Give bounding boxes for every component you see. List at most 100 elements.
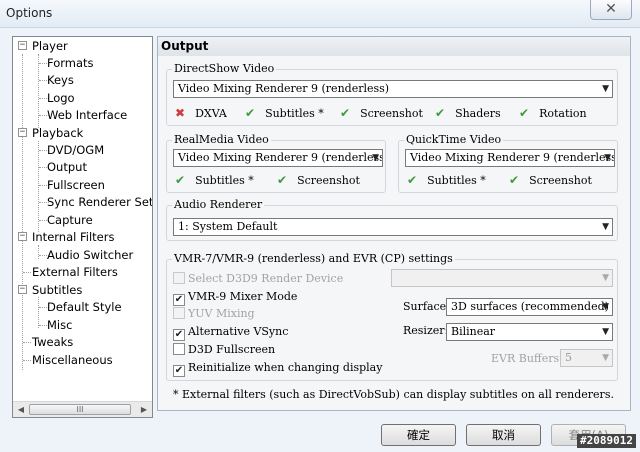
footnote: * External filters (such as DirectVobSub… xyxy=(173,388,614,401)
dropdown-arrow-icon: ▼ xyxy=(602,222,609,232)
tree-item-keys[interactable]: Keys xyxy=(47,72,74,88)
tree-item-external-filters[interactable]: External Filters xyxy=(32,264,118,280)
surface-label: Surface: xyxy=(403,300,450,313)
evr-buffers-select[interactable]: 5 ▼ xyxy=(560,349,613,367)
select-d3d9-device-checkbox[interactable]: Select D3D9 Render Device xyxy=(173,271,343,287)
checkbox-label: D3D Fullscreen xyxy=(188,343,276,356)
feature-label: Screenshot xyxy=(360,107,423,120)
feature-screenshot: ✔ Screenshot xyxy=(277,172,360,188)
realmedia-renderer-value: Video Mixing Renderer 9 (renderless) xyxy=(178,151,383,164)
feature-subtitles: ✔ Subtitles * xyxy=(245,105,324,121)
tree-item-playback[interactable]: − Playback xyxy=(13,125,152,141)
tree-item-sync-renderer[interactable]: Sync Renderer Setti xyxy=(47,194,152,210)
check-icon: ✔ xyxy=(340,106,351,120)
close-button[interactable]: ✕ xyxy=(590,0,632,20)
feature-rotation: ✔ Rotation xyxy=(519,105,587,121)
checkbox-box xyxy=(173,307,185,319)
tree-item-default-style[interactable]: Default Style xyxy=(47,299,122,315)
dropdown-arrow-icon: ▼ xyxy=(602,327,609,337)
realmedia-label: RealMedia Video xyxy=(172,133,271,147)
check-icon: ✔ xyxy=(277,173,288,187)
checkbox-box: ✔ xyxy=(173,365,185,377)
realmedia-renderer-select[interactable]: Video Mixing Renderer 9 (renderless) ▼ xyxy=(173,149,383,167)
tree-line xyxy=(22,54,23,370)
collapse-icon[interactable]: − xyxy=(18,128,27,137)
realmedia-group: RealMedia Video Video Mixing Renderer 9 … xyxy=(166,133,386,193)
tree-line xyxy=(23,360,31,361)
collapse-icon[interactable]: − xyxy=(18,232,27,241)
evr-buffers-value: 5 xyxy=(565,351,572,364)
scroll-thumb[interactable]: III xyxy=(29,404,131,415)
tree-line xyxy=(38,245,39,259)
dropdown-arrow-icon: ▼ xyxy=(372,153,379,163)
audio-renderer-group: Audio Renderer 1: System Default ▼ xyxy=(166,198,618,241)
feature-screenshot: ✔ Screenshot xyxy=(509,172,592,188)
tree-item-logo[interactable]: Logo xyxy=(47,90,75,106)
checkbox-label: YUV Mixing xyxy=(188,307,255,320)
quicktime-renderer-value: Video Mixing Renderer 9 (renderless) xyxy=(410,151,615,164)
feature-label: Shaders xyxy=(455,107,501,120)
check-icon: ✔ xyxy=(245,106,256,120)
tree-item-web-interface[interactable]: Web Interface xyxy=(47,107,127,123)
tree-content: − Player Formats Keys Logo Web Interface… xyxy=(13,37,152,401)
resizer-label: Resizer: xyxy=(403,324,449,337)
resizer-select[interactable]: Bilinear ▼ xyxy=(446,323,613,341)
quicktime-group: QuickTime Video Video Mixing Renderer 9 … xyxy=(398,133,618,193)
feature-label: Rotation xyxy=(539,107,587,120)
tree-item-output[interactable]: Output xyxy=(47,159,87,175)
tree-item-misc[interactable]: Misc xyxy=(47,317,72,333)
check-icon: ✔ xyxy=(407,173,418,187)
collapse-icon[interactable]: − xyxy=(18,41,27,50)
reinitialize-display-checkbox[interactable]: ✔ Reinitialize when changing display xyxy=(173,360,382,377)
tree-item-subtitles[interactable]: − Subtitles xyxy=(13,282,152,298)
feature-label: Screenshot xyxy=(529,174,592,187)
tree-item-dvd-ogm[interactable]: DVD/OGM xyxy=(47,142,104,158)
tree-item-audio-switcher[interactable]: Audio Switcher xyxy=(47,247,133,263)
options-tree[interactable]: − Player Formats Keys Logo Web Interface… xyxy=(12,36,153,418)
feature-label: DXVA xyxy=(195,107,227,120)
collapse-icon[interactable]: − xyxy=(18,285,27,294)
yuv-mixing-checkbox[interactable]: YUV Mixing xyxy=(173,306,255,322)
tree-item-internal-filters[interactable]: − Internal Filters xyxy=(13,229,152,245)
vmr9-mixer-mode-checkbox[interactable]: ✔ VMR-9 Mixer Mode xyxy=(173,289,297,306)
tree-item-formats[interactable]: Formats xyxy=(47,55,94,71)
tree-line xyxy=(23,272,31,273)
tree-item-fullscreen[interactable]: Fullscreen xyxy=(47,177,105,193)
d3d-fullscreen-checkbox[interactable]: D3D Fullscreen xyxy=(173,342,275,358)
ok-button[interactable]: 確定 xyxy=(381,424,456,446)
quicktime-label: QuickTime Video xyxy=(404,133,504,147)
surface-select[interactable]: 3D surfaces (recommended) ▼ xyxy=(446,298,613,316)
cancel-button[interactable]: 取消 xyxy=(466,424,541,446)
tree-item-tweaks[interactable]: Tweaks xyxy=(32,334,73,350)
directshow-label: DirectShow Video xyxy=(172,62,277,76)
cross-icon: ✖ xyxy=(175,106,186,120)
tree-line xyxy=(23,342,31,343)
resizer-value: Bilinear xyxy=(451,325,496,338)
window-title: Options xyxy=(6,6,53,20)
checkbox-box: ✔ xyxy=(173,329,185,341)
directshow-renderer-select[interactable]: Video Mixing Renderer 9 (renderless) ▼ xyxy=(173,80,613,98)
d3d9-device-select[interactable]: ▼ xyxy=(391,269,613,287)
tree-item-capture[interactable]: Capture xyxy=(47,212,93,228)
checkbox-label: Alternative VSync xyxy=(188,325,289,338)
feature-label: Subtitles * xyxy=(427,174,486,187)
alternative-vsync-checkbox[interactable]: ✔ Alternative VSync xyxy=(173,324,289,341)
tree-item-player[interactable]: − Player xyxy=(13,38,152,54)
audio-renderer-value: 1: System Default xyxy=(178,220,278,233)
directshow-renderer-value: Video Mixing Renderer 9 (renderless) xyxy=(178,82,390,95)
tree-item-miscellaneous[interactable]: Miscellaneous xyxy=(32,352,113,368)
feature-subtitles: ✔ Subtitles * xyxy=(175,172,254,188)
directshow-group: DirectShow Video Video Mixing Renderer 9… xyxy=(166,62,618,126)
feature-shaders: ✔ Shaders xyxy=(435,105,501,121)
vmr-settings-label: VMR-7/VMR-9 (renderless) and EVR (CP) se… xyxy=(172,252,455,266)
dropdown-arrow-icon: ▼ xyxy=(604,153,611,163)
feature-label: Subtitles * xyxy=(195,174,254,187)
tree-horizontal-scrollbar[interactable]: ◀ III ▶ xyxy=(13,401,152,417)
checkbox-box: ✔ xyxy=(173,294,185,306)
dropdown-arrow-icon: ▼ xyxy=(602,353,609,363)
scroll-right-icon[interactable]: ▶ xyxy=(137,404,151,415)
audio-renderer-select[interactable]: 1: System Default ▼ xyxy=(173,218,613,236)
feature-screenshot: ✔ Screenshot xyxy=(340,105,423,121)
scroll-left-icon[interactable]: ◀ xyxy=(14,404,28,415)
quicktime-renderer-select[interactable]: Video Mixing Renderer 9 (renderless) ▼ xyxy=(405,149,615,167)
